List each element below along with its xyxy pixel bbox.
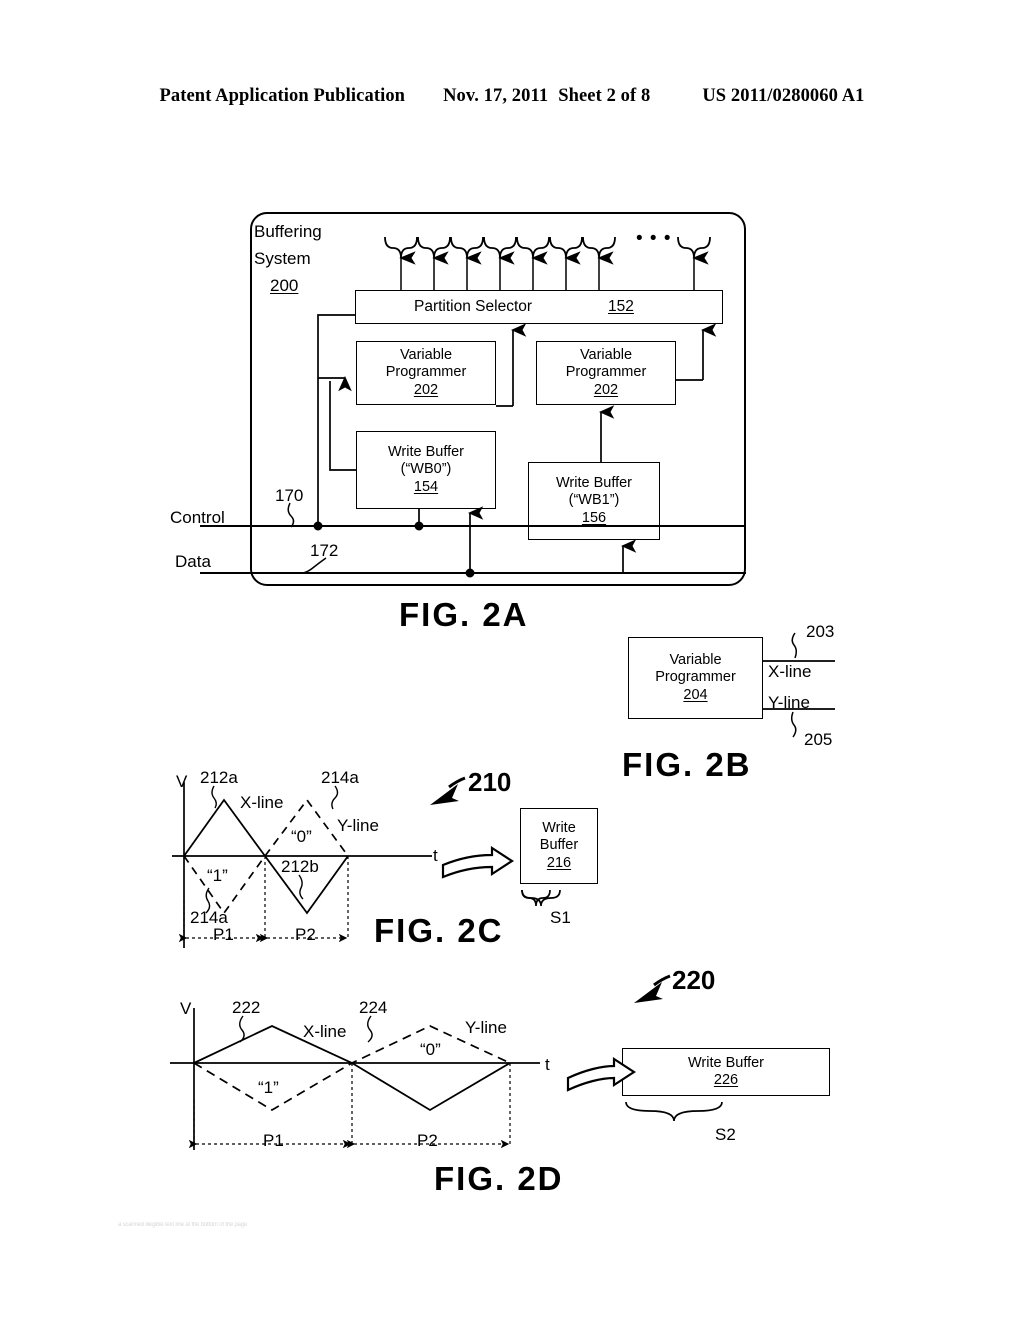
- fig2b-x-line-label: X-line: [768, 662, 812, 681]
- write-buffer-wb1-line1: Write Buffer: [555, 475, 633, 492]
- fig2b-block-line1: Variable: [669, 652, 722, 669]
- fig2d-size-brace: [625, 1101, 723, 1122]
- partition-selector-label: Partition Selector: [414, 297, 533, 315]
- fig2d-write-buffer-ref: 226: [713, 1072, 739, 1088]
- write-buffer-wb1-line2: (“WB1”): [568, 492, 620, 509]
- page-header: Patent Application Publication Nov. 17, …: [0, 86, 1024, 107]
- header-document-number: US 2011/0280060 A1: [702, 86, 865, 106]
- variable-programmer-right-line2: Programmer: [565, 364, 647, 381]
- variable-programmer-right-ref: 202: [593, 381, 619, 398]
- variable-programmer-202-right: Variable Programmer 202: [536, 341, 676, 405]
- control-bus-label: Control: [170, 508, 225, 527]
- fig2c-write-buffer-216-block: Write Buffer 216: [520, 808, 598, 884]
- fig2b-y-line-label: Y-line: [768, 693, 810, 712]
- header-date: Nov. 17, 2011: [443, 86, 549, 106]
- fig2c-y-line-label: Y-line: [337, 816, 379, 835]
- buffering-system-title-line1: Buffering: [254, 222, 322, 241]
- fig2c-write-buffer-line2: Buffer: [539, 837, 579, 854]
- diagram-vector-overlay: [170, 236, 835, 1150]
- figure-caption-2b: FIG. 2B: [622, 746, 752, 783]
- buffering-system-ref: 200: [270, 276, 299, 295]
- fig2c-x-line-label: X-line: [240, 793, 284, 812]
- fig2c-period2-label: P2: [295, 925, 316, 944]
- fig2d-bit-zero-label: “0”: [420, 1040, 441, 1059]
- output-branch-ellipsis: • • •: [636, 228, 672, 249]
- figure-caption-2c: FIG. 2C: [374, 912, 504, 949]
- fig2d-period1-label: P1: [263, 1131, 284, 1150]
- fig2c-axis-v-label: V: [176, 772, 188, 791]
- fig2c-bit-one-label: “1”: [207, 866, 228, 885]
- variable-programmer-left-line1: Variable: [399, 347, 453, 364]
- write-buffer-wb0-line2: (“WB0”): [400, 461, 452, 478]
- control-bus-ref-170: 170: [275, 486, 304, 505]
- fig2d-axis-t-label: t: [545, 1055, 550, 1074]
- write-buffer-wb0-block: Write Buffer (“WB0”) 154: [356, 431, 496, 509]
- data-bus-ref-172: 172: [310, 541, 339, 560]
- fig2c-period1-label: P1: [213, 925, 234, 944]
- variable-programmer-204-block: Variable Programmer 204: [628, 637, 763, 719]
- write-buffer-wb0-ref: 154: [413, 478, 439, 495]
- fig2c-ref-212b: 212b: [281, 857, 319, 876]
- fig2c-size-brace: [521, 889, 551, 907]
- variable-programmer-left-line2: Programmer: [385, 364, 467, 381]
- fig2c-size-label-s1: S1: [550, 908, 571, 927]
- fig2d-ref-224: 224: [359, 998, 388, 1017]
- fig2b-x-line-ref-203: 203: [806, 622, 835, 641]
- fig2c-ref-212a: 212a: [200, 768, 238, 787]
- footer-scan-artifact: a scanned illegible text line at the bot…: [118, 1222, 248, 1228]
- partition-selector-block: Partition Selector 152: [355, 290, 723, 324]
- write-buffer-wb1-ref: 156: [581, 509, 607, 526]
- fig2d-period2-label: P2: [417, 1131, 438, 1150]
- fig2d-size-label-s2: S2: [715, 1125, 736, 1144]
- fig2d-write-buffer-line1: Write Buffer: [687, 1054, 765, 1071]
- write-buffer-wb0-line1: Write Buffer: [387, 444, 465, 461]
- fig2c-bit-zero-label: “0”: [291, 827, 312, 846]
- fig2d-bit-one-label: “1”: [258, 1078, 279, 1097]
- fig2b-block-ref: 204: [683, 686, 708, 703]
- fig2c-ref-214b: 214a: [321, 768, 359, 787]
- header-sheet-number: Sheet 2 of 8: [558, 86, 651, 106]
- variable-programmer-left-ref: 202: [413, 381, 439, 398]
- fig2c-axis-t-label: t: [433, 846, 438, 865]
- buffering-system-title-line2: System: [254, 249, 311, 268]
- fig2b-block-line2: Programmer: [655, 669, 736, 686]
- fig2d-ref-222: 222: [232, 998, 261, 1017]
- figure-caption-2a: FIG. 2A: [399, 596, 529, 633]
- fig2c-transition-arrow: [441, 845, 515, 879]
- fig2c-write-buffer-line1: Write: [542, 820, 576, 837]
- variable-programmer-right-line1: Variable: [579, 347, 633, 364]
- fig2d-x-line-label: X-line: [303, 1022, 347, 1041]
- fig2d-write-buffer-226-block: Write Buffer 226: [622, 1048, 830, 1096]
- figure-caption-2d: FIG. 2D: [434, 1160, 564, 1197]
- fig2d-axis-v-label: V: [180, 999, 192, 1018]
- header-publication-title: Patent Application Publication: [159, 86, 406, 106]
- fig2d-figure-ref-220: 220: [672, 965, 716, 995]
- variable-programmer-202-left: Variable Programmer 202: [356, 341, 496, 405]
- fig2c-figure-ref-210: 210: [468, 767, 512, 797]
- partition-selector-ref: 152: [608, 297, 634, 315]
- fig2d-y-line-label: Y-line: [465, 1018, 507, 1037]
- fig2b-y-line-ref-205: 205: [804, 730, 833, 749]
- fig2c-write-buffer-ref: 216: [546, 854, 572, 871]
- data-bus-label: Data: [175, 552, 211, 571]
- write-buffer-wb1-block: Write Buffer (“WB1”) 156: [528, 462, 660, 540]
